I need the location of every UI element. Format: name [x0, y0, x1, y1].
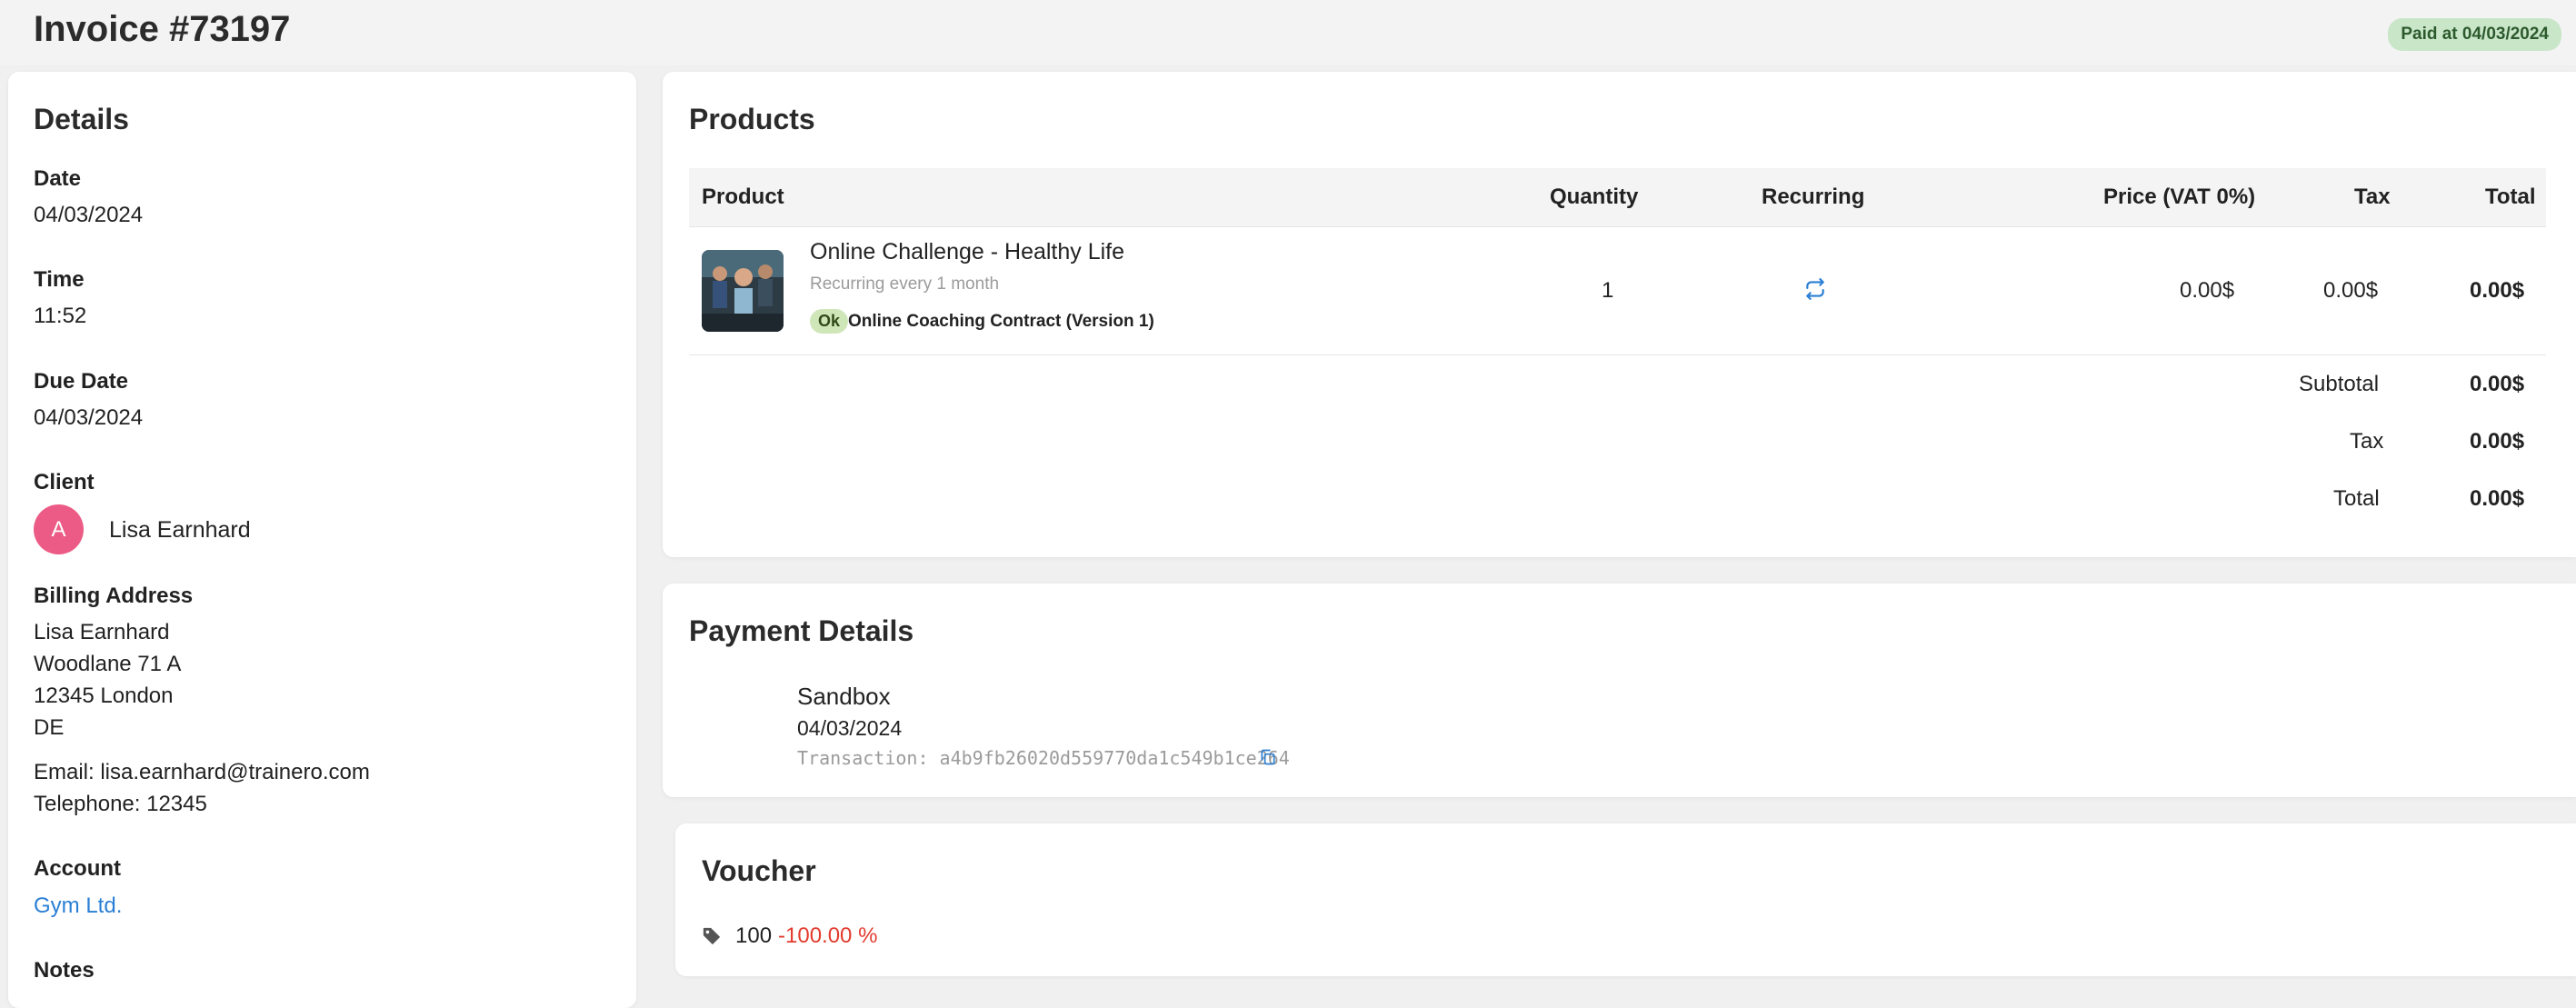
transaction-id: Transaction: a4b9fb26020d559770da1c549b1… — [797, 747, 1290, 769]
col-recurring: Recurring — [1762, 185, 1865, 209]
notes-label: Notes — [34, 958, 95, 983]
products-card: Products Product Quantity Recurring Pric… — [663, 72, 2576, 557]
account-link[interactable]: Gym Ltd. — [34, 893, 122, 919]
product-total: 0.00$ — [2470, 278, 2525, 303]
billing-line-street: Woodlane 71 A — [34, 652, 182, 676]
details-title: Details — [34, 103, 129, 135]
total-summary-value: 0.00$ — [2470, 486, 2525, 511]
row-divider — [689, 354, 2546, 355]
product-price: 0.00$ — [2180, 278, 2235, 303]
products-title: Products — [689, 103, 815, 135]
tax-summary-label: Tax — [2350, 429, 2384, 454]
account-label: Account — [34, 856, 121, 881]
tag-icon — [702, 926, 722, 953]
voucher-discount: -100.00 % — [778, 923, 878, 948]
due-date-value: 04/03/2024 — [34, 405, 144, 430]
billing-line-city: 12345 London — [34, 684, 174, 708]
contract-status-badge: Ok — [810, 309, 849, 334]
header-bar: Invoice #73197 Paid at 04/03/2024 — [0, 0, 2576, 65]
billing-line-name: Lisa Earnhard — [34, 620, 170, 644]
total-summary-label: Total — [2333, 486, 2380, 511]
product-tax: 0.00$ — [2323, 278, 2379, 303]
col-quantity: Quantity — [1550, 185, 1639, 209]
client-name[interactable]: Lisa Earnhard — [109, 517, 251, 544]
due-date-label: Due Date — [34, 369, 129, 394]
payment-details-card: Payment Details Sandbox 04/03/2024 Trans… — [663, 584, 2576, 797]
voucher-code: 100 — [735, 923, 773, 948]
products-table-header: Product Quantity Recurring Price (VAT 0%… — [689, 168, 2546, 227]
details-card: Details Date 04/03/2024 Time 11:52 Due D… — [8, 72, 636, 1008]
col-product: Product — [702, 185, 784, 209]
avatar[interactable]: A — [34, 504, 84, 554]
product-recurring-text: Recurring every 1 month — [810, 274, 1000, 294]
voucher-card: Voucher 100 -100.00 % — [675, 823, 2576, 976]
date-value: 04/03/2024 — [34, 203, 144, 227]
tax-summary-value: 0.00$ — [2470, 429, 2525, 454]
status-badge: Paid at 04/03/2024 — [2388, 18, 2561, 51]
product-thumbnail[interactable] — [702, 250, 784, 332]
payment-provider: Sandbox — [797, 683, 891, 710]
product-quantity: 1 — [1602, 278, 1614, 303]
copy-icon[interactable] — [1259, 747, 1277, 773]
date-label: Date — [34, 166, 82, 191]
payment-date: 04/03/2024 — [797, 716, 903, 740]
col-total: Total — [2485, 185, 2536, 209]
client-email: Email: lisa.earnhard@trainero.com — [34, 760, 370, 784]
client-label: Client — [34, 470, 95, 494]
recurring-icon — [1803, 277, 1827, 307]
voucher-title: Voucher — [702, 854, 816, 887]
subtotal-label: Subtotal — [2299, 372, 2380, 396]
col-price: Price (VAT 0%) — [2103, 185, 2256, 209]
subtotal-value: 0.00$ — [2470, 372, 2525, 396]
billing-line-country: DE — [34, 715, 65, 740]
page-title: Invoice #73197 — [34, 9, 291, 49]
contract-name[interactable]: Online Coaching Contract (Version 1) — [848, 312, 1154, 332]
product-name-link[interactable]: Online Challenge - Healthy Life — [810, 239, 1124, 265]
time-value: 11:52 — [34, 304, 87, 328]
billing-address-label: Billing Address — [34, 584, 194, 608]
time-label: Time — [34, 267, 85, 292]
payment-details-title: Payment Details — [689, 614, 914, 647]
col-tax: Tax — [2354, 185, 2391, 209]
client-telephone: Telephone: 12345 — [34, 792, 207, 816]
